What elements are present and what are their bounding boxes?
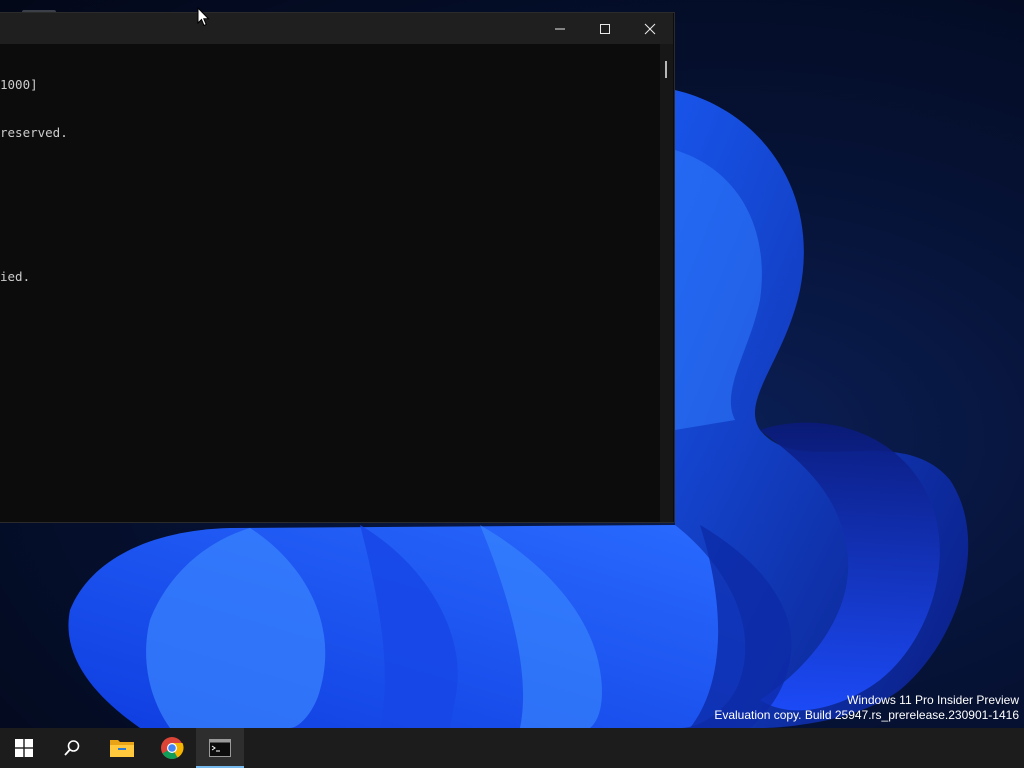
- command-prompt-icon: [209, 739, 231, 757]
- console-line: reserved.: [0, 125, 68, 140]
- search-button[interactable]: [48, 728, 96, 768]
- windows-watermark: Windows 11 Pro Insider Preview Evaluatio…: [714, 693, 1019, 723]
- start-button[interactable]: [0, 728, 48, 768]
- console-output[interactable]: 1000] reserved. ied.: [0, 44, 660, 522]
- console-line: ied.: [0, 269, 31, 284]
- chrome-icon: [161, 737, 184, 759]
- maximize-icon: [600, 23, 610, 34]
- window-titlebar[interactable]: [0, 13, 673, 44]
- vertical-scrollbar[interactable]: [660, 44, 673, 522]
- mouse-cursor-icon: [197, 7, 210, 27]
- taskbar: [0, 728, 1024, 768]
- watermark-build: Evaluation copy. Build 25947.rs_prerelea…: [714, 708, 1019, 722]
- scrollbar-thumb[interactable]: [665, 61, 667, 78]
- close-icon: [644, 23, 656, 34]
- minimize-icon: [555, 28, 565, 29]
- watermark-edition: Windows 11 Pro Insider Preview: [847, 693, 1019, 707]
- maximize-button[interactable]: [582, 13, 628, 44]
- console-line: 1000]: [0, 77, 38, 92]
- windows-start-icon: [15, 739, 33, 757]
- close-button[interactable]: [627, 13, 673, 44]
- minimize-button[interactable]: [537, 13, 583, 44]
- file-explorer-icon: [110, 740, 134, 757]
- search-icon: [64, 740, 80, 756]
- file-explorer-button[interactable]: [98, 728, 146, 768]
- command-prompt-window[interactable]: 1000] reserved. ied.: [0, 12, 675, 523]
- command-prompt-taskbar-button[interactable]: [196, 728, 244, 768]
- chrome-button[interactable]: [148, 728, 196, 768]
